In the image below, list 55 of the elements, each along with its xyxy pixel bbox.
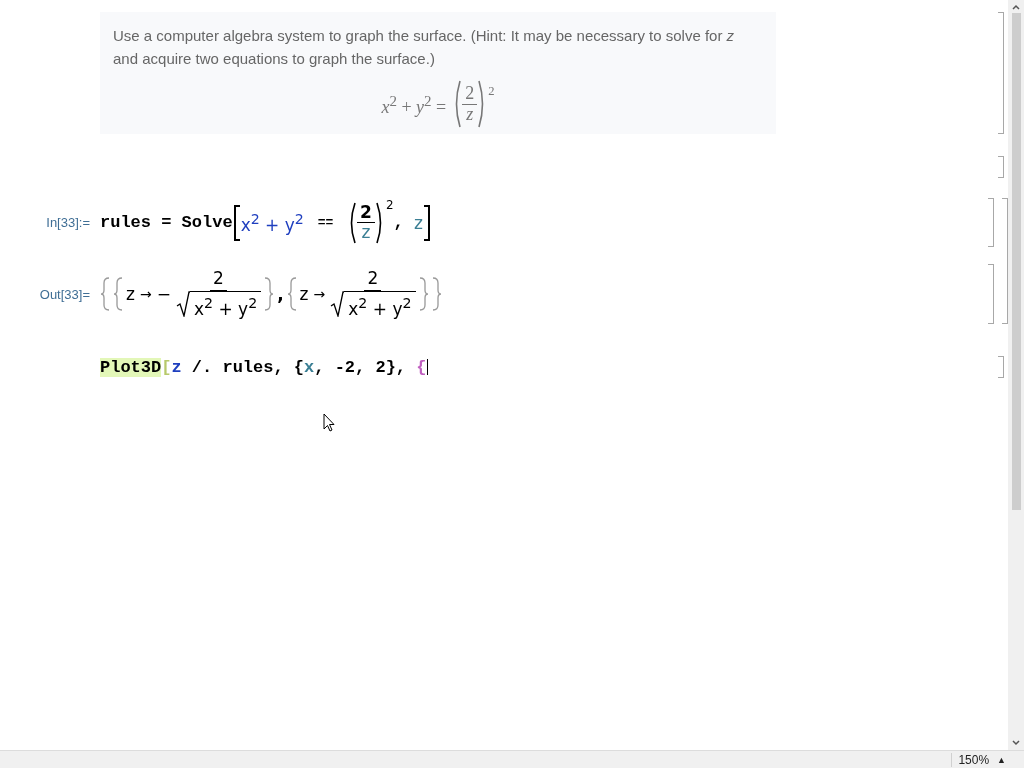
zoom-menu-button[interactable]: ▲	[997, 754, 1024, 765]
radicand: x$^{2}$ + y$^{2}$	[344, 291, 416, 321]
cell-bracket[interactable]	[988, 264, 994, 324]
code-token: [	[161, 357, 172, 377]
radicand: x$^{2}$ + y$^{2}$	[189, 291, 262, 321]
fraction-denominator: z	[466, 104, 474, 125]
code-token: z	[171, 357, 182, 377]
minus-sign: −	[156, 284, 171, 304]
right-bracket-icon	[422, 204, 431, 241]
right-brace-icon	[418, 277, 429, 311]
mouse-pointer-icon	[323, 413, 335, 432]
function-name: Plot3D	[100, 357, 162, 377]
code-token: x	[304, 357, 315, 377]
left-brace-icon	[100, 277, 110, 311]
scroll-up-icon[interactable]	[1011, 3, 1021, 11]
code-token: {	[416, 357, 427, 377]
fraction-numerator: 2	[210, 267, 227, 292]
cell-bracket[interactable]	[998, 156, 1004, 178]
scrollbar-thumb[interactable]	[1011, 13, 1021, 510]
right-brace-icon	[264, 277, 275, 311]
cell-bracket[interactable]	[998, 356, 1004, 378]
fraction-numerator: 2	[357, 203, 375, 223]
cell-bracket[interactable]	[988, 198, 994, 247]
equality-operator: ==	[316, 215, 335, 230]
rule-arrow: →	[313, 286, 326, 302]
fraction-numerator: 2	[364, 267, 382, 292]
right-brace-icon	[431, 277, 442, 311]
code-token: , -2, 2},	[314, 357, 408, 377]
equation-lhs: x$^{2}$ + y$^{2}$	[240, 210, 304, 235]
exponent: 2	[488, 83, 495, 100]
separator: ,	[393, 213, 405, 232]
left-brace-icon	[286, 277, 297, 311]
left-brace-icon	[113, 277, 123, 311]
cell-bracket[interactable]	[998, 12, 1004, 134]
code-token: /. rules, {	[190, 357, 305, 377]
zoom-level: 150%	[951, 752, 998, 767]
separator: ,	[277, 284, 284, 304]
code-text: rules = Solve	[100, 213, 233, 232]
equation-lhs: x$^{2}$ + y$^{2}$ =	[381, 91, 447, 119]
square-root-icon	[330, 291, 345, 318]
problem-text: Use a computer algebra system to graph the surface. (Hint: It may be necessary to solve for z and acquire two equations to graph the surface.)	[113, 26, 736, 69]
square-root-icon	[175, 291, 190, 318]
exponent: 2	[385, 198, 394, 212]
text-cursor	[427, 359, 429, 375]
rule-arrow: →	[139, 286, 152, 302]
fraction-numerator: 2	[462, 83, 478, 105]
fraction-denominator: z	[361, 223, 371, 242]
variable: z	[413, 212, 423, 233]
input-label: In[33]:=	[45, 215, 91, 230]
left-bracket-icon	[232, 204, 241, 241]
variable: z	[299, 284, 309, 304]
scroll-down-icon[interactable]	[1011, 739, 1021, 747]
scrollbar[interactable]	[1008, 0, 1024, 750]
output-label: Out[33]=	[38, 286, 91, 302]
variable: z	[126, 284, 135, 304]
